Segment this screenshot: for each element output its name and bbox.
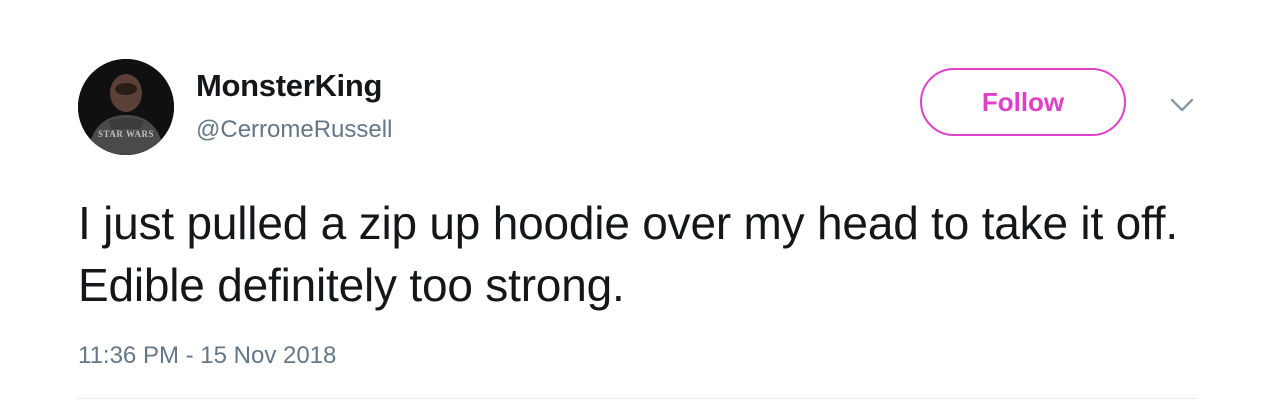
follow-button[interactable]: Follow: [920, 68, 1126, 136]
chevron-down-icon[interactable]: [1168, 94, 1196, 116]
author-display-name[interactable]: MonsterKing: [196, 68, 382, 104]
tweet-text: I just pulled a zip up hoodie over my he…: [78, 197, 1178, 311]
avatar-photo-icon: STAR WARS: [78, 59, 174, 155]
avatar-shirt-text: STAR WARS: [98, 129, 154, 139]
tweet-card: STAR WARS MonsterKing @CerromeRussell Fo…: [0, 0, 1274, 400]
author-avatar[interactable]: STAR WARS: [78, 59, 174, 155]
author-handle[interactable]: @CerromeRussell: [196, 116, 392, 144]
divider: [78, 398, 1198, 399]
tweet-timestamp[interactable]: 11:36 PM - 15 Nov 2018: [78, 342, 336, 370]
